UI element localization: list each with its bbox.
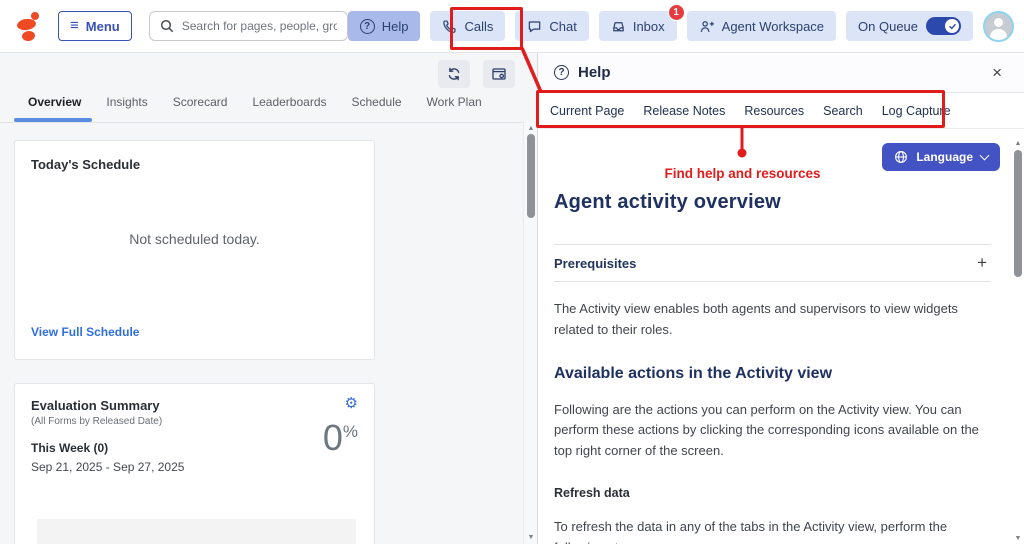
top-bar: ≡ Menu ? Help Calls Chat Inbox 1 bbox=[0, 0, 1024, 53]
evaluation-card-subtitle: (All Forms by Released Date) bbox=[31, 416, 358, 427]
menu-button-label: Menu bbox=[86, 19, 120, 34]
activity-toolbar bbox=[438, 60, 515, 88]
todays-schedule-card: Today's Schedule Not scheduled today. Vi… bbox=[14, 140, 375, 360]
eval-week-range: Sep 21, 2025 - Sep 27, 2025 bbox=[31, 460, 358, 474]
close-icon[interactable]: × bbox=[992, 63, 1008, 83]
help-tab-release-notes[interactable]: Release Notes bbox=[643, 104, 725, 118]
chevron-down-icon bbox=[980, 151, 990, 161]
help-panel-header: ? Help × bbox=[538, 53, 1024, 93]
eval-week-percent: 0 % bbox=[323, 420, 358, 456]
refresh-data-subheading: Refresh data bbox=[554, 486, 991, 500]
eval-week-label: This Week (0) bbox=[31, 441, 358, 455]
schedule-card-title: Today's Schedule bbox=[31, 157, 140, 172]
activity-panel: Overview Insights Scorecard Leaderboards… bbox=[0, 53, 537, 544]
schedule-empty-message: Not scheduled today. bbox=[15, 231, 374, 247]
view-full-schedule-link[interactable]: View Full Schedule bbox=[31, 325, 139, 339]
help-button[interactable]: ? Help bbox=[348, 11, 421, 41]
evaluation-card-title: Evaluation Summary bbox=[31, 398, 358, 413]
search-input[interactable] bbox=[182, 19, 337, 33]
agent-workspace-button-label: Agent Workspace bbox=[722, 19, 824, 34]
left-scrollbar-thumb[interactable] bbox=[527, 134, 535, 218]
eval-week-unit: % bbox=[343, 422, 358, 442]
search-icon bbox=[160, 19, 174, 33]
evaluation-summary-card: Evaluation Summary ⚙ (All Forms by Relea… bbox=[14, 383, 375, 544]
popout-window-button[interactable] bbox=[483, 60, 515, 88]
help-scrollbar-thumb[interactable] bbox=[1014, 150, 1022, 277]
calls-button[interactable]: Calls bbox=[430, 11, 505, 41]
help-tab-resources[interactable]: Resources bbox=[744, 104, 804, 118]
tab-schedule[interactable]: Schedule bbox=[352, 95, 402, 122]
on-queue-label: On Queue bbox=[858, 19, 918, 34]
chat-button-label: Chat bbox=[549, 19, 576, 34]
hamburger-icon: ≡ bbox=[70, 18, 79, 33]
steps-intro: To refresh the data in any of the tabs i… bbox=[554, 517, 991, 544]
help-tab-log-capture[interactable]: Log Capture bbox=[882, 104, 951, 118]
chat-bubble-icon bbox=[527, 19, 542, 34]
inbox-notification-badge: 1 bbox=[668, 4, 685, 21]
language-button[interactable]: Language bbox=[882, 143, 1000, 171]
tab-leaderboards[interactable]: Leaderboards bbox=[252, 95, 326, 122]
calls-button-label: Calls bbox=[464, 19, 493, 34]
article-title: Agent activity overview bbox=[554, 191, 991, 214]
popout-window-icon bbox=[491, 66, 507, 82]
activity-tabs: Overview Insights Scorecard Leaderboards… bbox=[0, 95, 524, 123]
gear-icon[interactable]: ⚙ bbox=[345, 396, 358, 411]
toggle-knob bbox=[945, 19, 959, 33]
left-scrollbar: ▲ ▼ bbox=[523, 122, 537, 544]
tab-work-plan[interactable]: Work Plan bbox=[427, 95, 482, 122]
scroll-up-icon[interactable]: ▲ bbox=[1011, 140, 1024, 147]
scroll-up-icon[interactable]: ▲ bbox=[524, 125, 537, 132]
scroll-down-icon[interactable]: ▼ bbox=[1011, 535, 1024, 542]
genesys-logo-icon bbox=[17, 11, 43, 41]
on-queue-toggle[interactable] bbox=[926, 17, 961, 35]
inbox-tray-icon bbox=[611, 19, 626, 34]
global-search bbox=[149, 11, 348, 41]
section-body: Following are the actions you can perfor… bbox=[554, 400, 991, 462]
app-screen: ≡ Menu ? Help Calls Chat Inbox 1 bbox=[0, 0, 1024, 544]
refresh-icon bbox=[446, 66, 462, 82]
help-scrollbar: ▲ ▼ bbox=[1011, 138, 1024, 544]
chat-button[interactable]: Chat bbox=[515, 11, 588, 41]
eval-week-value: 0 bbox=[323, 420, 343, 456]
help-circle-icon: ? bbox=[360, 19, 375, 34]
help-tabs: Current Page Release Notes Resources Sea… bbox=[538, 93, 1024, 129]
phone-icon bbox=[442, 19, 457, 34]
help-button-label: Help bbox=[382, 19, 409, 34]
help-article: Agent activity overview Prerequisites + … bbox=[554, 191, 991, 544]
article-intro: The Activity view enables both agents an… bbox=[554, 299, 991, 341]
menu-button[interactable]: ≡ Menu bbox=[58, 11, 132, 41]
plus-icon[interactable]: + bbox=[977, 253, 991, 273]
help-circle-icon: ? bbox=[554, 65, 569, 80]
help-tab-current-page[interactable]: Current Page bbox=[550, 104, 624, 118]
prerequisites-label: Prerequisites bbox=[554, 256, 636, 271]
refresh-button[interactable] bbox=[438, 60, 470, 88]
inbox-button-label: Inbox bbox=[633, 19, 665, 34]
help-panel-title: Help bbox=[578, 64, 611, 81]
eval-week-progressbar bbox=[37, 519, 356, 544]
person-add-icon bbox=[699, 19, 715, 34]
tab-scorecard[interactable]: Scorecard bbox=[173, 95, 228, 122]
check-icon bbox=[948, 22, 957, 31]
help-tab-search[interactable]: Search bbox=[823, 104, 863, 118]
inbox-button[interactable]: Inbox 1 bbox=[599, 11, 677, 41]
agent-workspace-button[interactable]: Agent Workspace bbox=[687, 11, 836, 41]
tab-overview[interactable]: Overview bbox=[28, 95, 81, 122]
globe-icon bbox=[894, 150, 908, 164]
prerequisites-accordion[interactable]: Prerequisites + bbox=[554, 244, 991, 282]
tab-insights[interactable]: Insights bbox=[106, 95, 147, 122]
on-queue-control: On Queue bbox=[846, 11, 973, 41]
scroll-down-icon[interactable]: ▼ bbox=[524, 534, 537, 541]
language-button-label: Language bbox=[916, 150, 973, 164]
help-panel: ? Help × Current Page Release Notes Reso… bbox=[537, 53, 1024, 544]
section-heading: Available actions in the Activity view bbox=[554, 365, 991, 383]
topbar-nav-cluster: ? Help Calls Chat Inbox 1 Agent Workspac… bbox=[348, 11, 1014, 42]
user-avatar[interactable] bbox=[983, 11, 1014, 42]
